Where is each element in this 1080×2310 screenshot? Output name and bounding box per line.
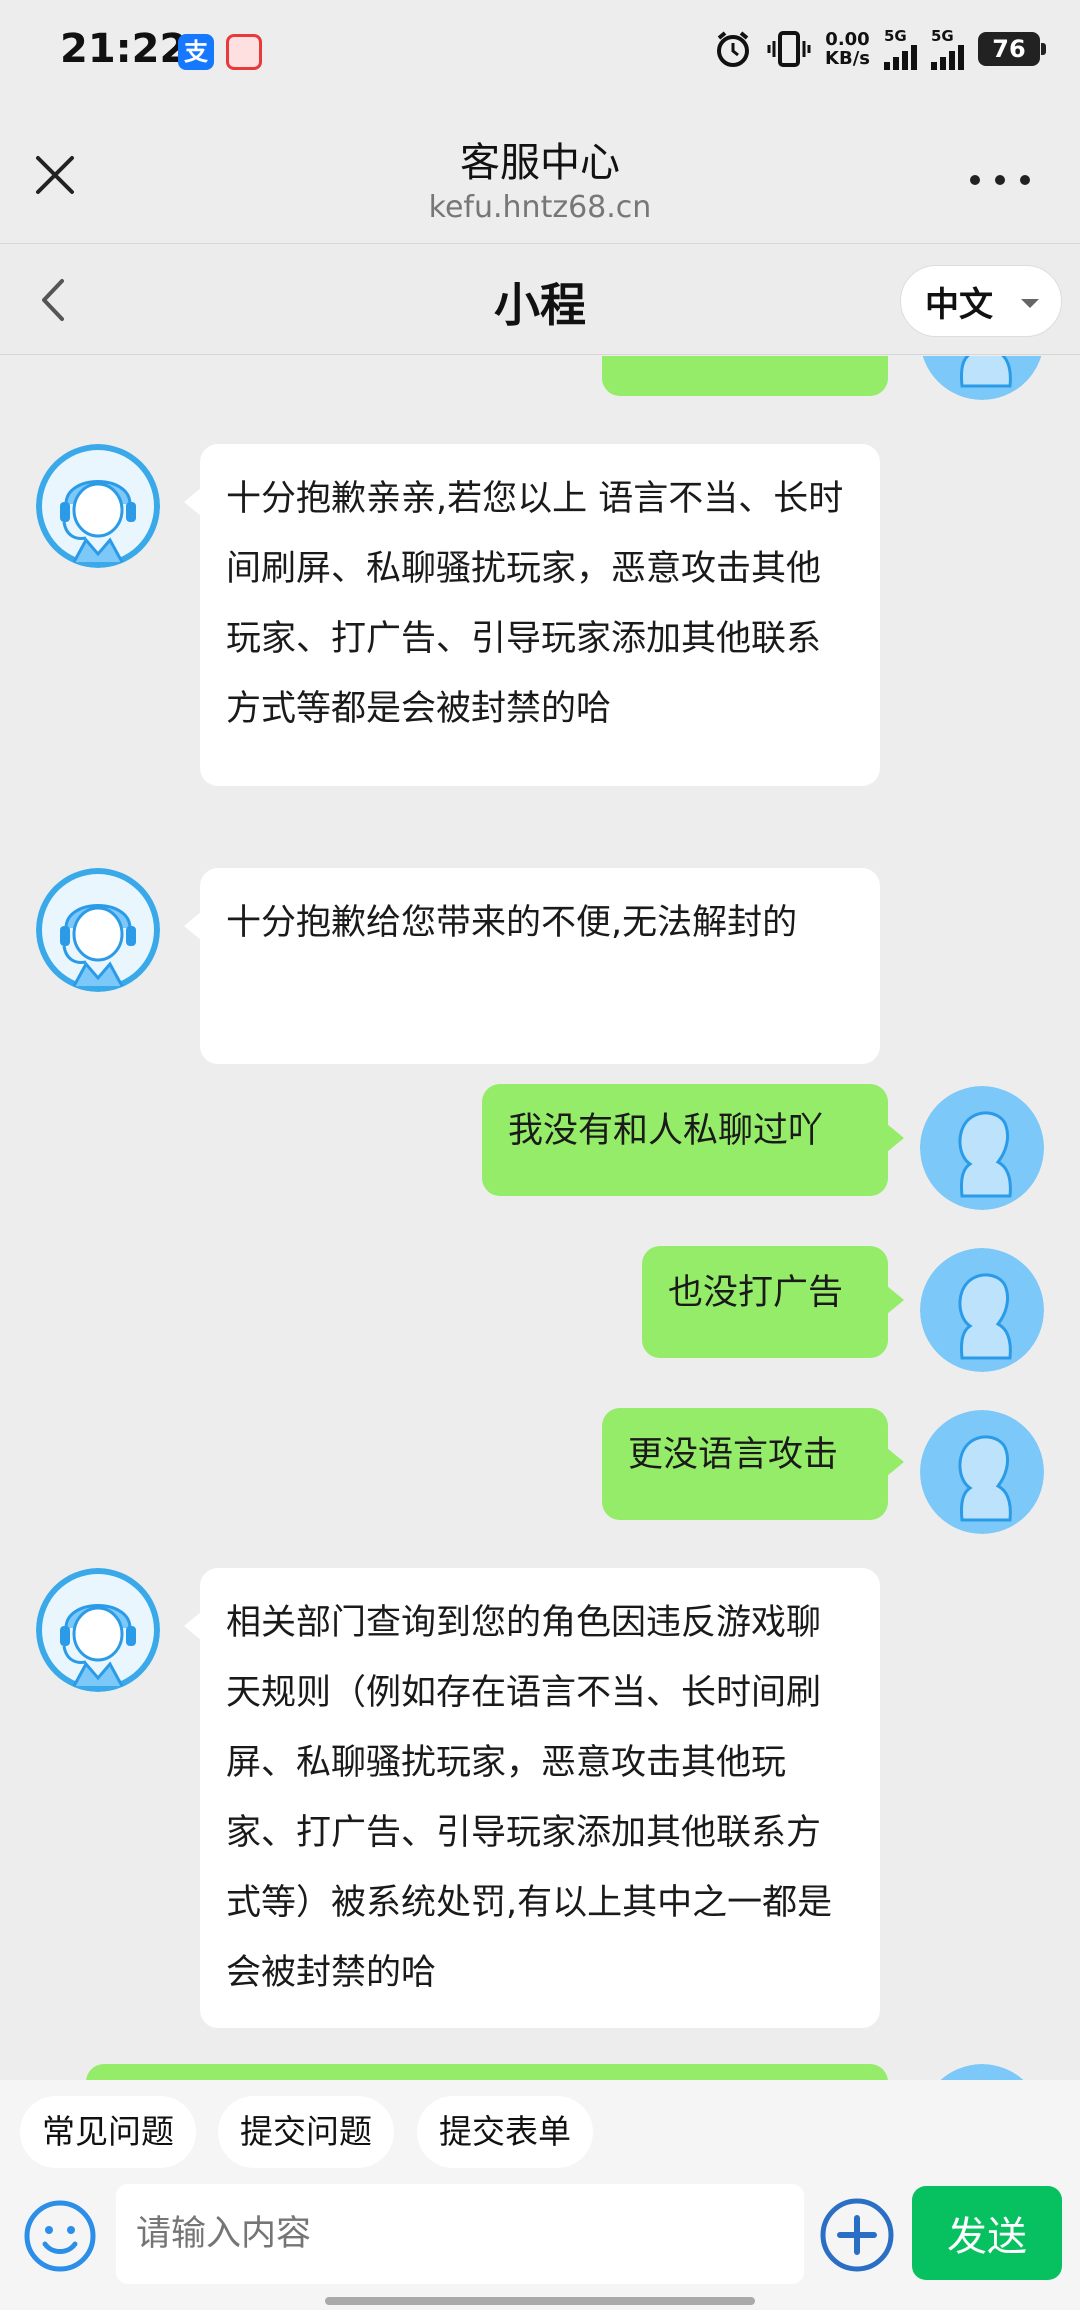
signal-bars-icon: [884, 44, 917, 70]
message-bubble-user-partial: [86, 2064, 888, 2080]
home-indicator[interactable]: [325, 2297, 755, 2305]
composer-bar: 发送: [0, 2182, 1080, 2310]
message-bubble-user: 也没打广告: [642, 1246, 904, 1358]
status-bar: 21:22 支 0.00 KB/s 5G 5G 76: [0, 0, 1080, 100]
user-avatar: [920, 1410, 1044, 1534]
net-speed-unit: KB/s: [825, 48, 870, 69]
battery-indicator: 76: [978, 32, 1046, 66]
signal-sim2: 5G: [931, 28, 964, 70]
net-speed-value: 0.00: [825, 29, 870, 50]
plus-icon[interactable]: [818, 2196, 896, 2274]
quick-actions-bar: 常见问题 提交问题 提交表单: [0, 2080, 1080, 2182]
vibrate-icon: [767, 31, 811, 67]
webview-url: kefu.hntz68.cn: [428, 190, 652, 225]
user-avatar: [920, 1248, 1044, 1372]
signal-bars-icon: [931, 44, 964, 70]
status-time: 21:22: [60, 26, 188, 72]
message-bubble-agent: 十分抱歉亲亲,若您以上 语言不当、长时间刷屏、私聊骚扰玩家，恶意攻击其他玩家、打…: [184, 444, 880, 786]
user-avatar: [920, 356, 1044, 400]
caret-down-icon: [1021, 299, 1039, 308]
signal-sim1: 5G: [884, 28, 917, 70]
webview-header: 客服中心 kefu.hntz68.cn: [0, 100, 1080, 244]
message-bubble-user-partial: [602, 356, 888, 396]
user-avatar: [920, 1086, 1044, 1210]
webview-title: 客服中心: [460, 140, 620, 186]
user-avatar: [920, 2064, 1044, 2080]
message-input[interactable]: [116, 2184, 804, 2284]
alipay-notification-icon: 支: [178, 34, 214, 70]
app-notification-icon: [226, 34, 262, 70]
emoji-icon[interactable]: [22, 2198, 98, 2274]
message-bubble-agent: 十分抱歉给您带来的不便,无法解封的: [184, 868, 880, 1064]
quick-action-submit-question[interactable]: 提交问题: [218, 2096, 394, 2168]
quick-action-faq[interactable]: 常见问题: [20, 2096, 196, 2168]
message-bubble-user: 我没有和人私聊过吖: [482, 1084, 904, 1196]
agent-avatar: [36, 444, 160, 568]
message-bubble-agent: 相关部门查询到您的角色因违反游戏聊天规则（例如存在语言不当、长时间刷屏、私聊骚扰…: [184, 1568, 880, 2028]
chat-messages[interactable]: 十分抱歉亲亲,若您以上 语言不当、长时间刷屏、私聊骚扰玩家，恶意攻击其他玩家、打…: [0, 356, 1080, 2080]
alarm-icon: [717, 31, 750, 67]
quick-action-submit-form[interactable]: 提交表单: [417, 2096, 593, 2168]
agent-avatar: [36, 868, 160, 992]
more-icon[interactable]: [970, 170, 1030, 190]
language-label: 中文: [925, 284, 993, 325]
sim1-label: 5G: [884, 27, 907, 45]
agent-avatar: [36, 1568, 160, 1692]
sim2-label: 5G: [931, 27, 954, 45]
message-bubble-user: 更没语言攻击: [602, 1408, 904, 1520]
language-select[interactable]: 中文: [900, 265, 1062, 337]
net-speed: 0.00 KB/s: [825, 30, 870, 68]
send-button[interactable]: 发送: [912, 2186, 1062, 2280]
status-indicators: 0.00 KB/s 5G 5G 76: [713, 28, 1046, 70]
chat-header: 小程 中文: [0, 245, 1080, 355]
